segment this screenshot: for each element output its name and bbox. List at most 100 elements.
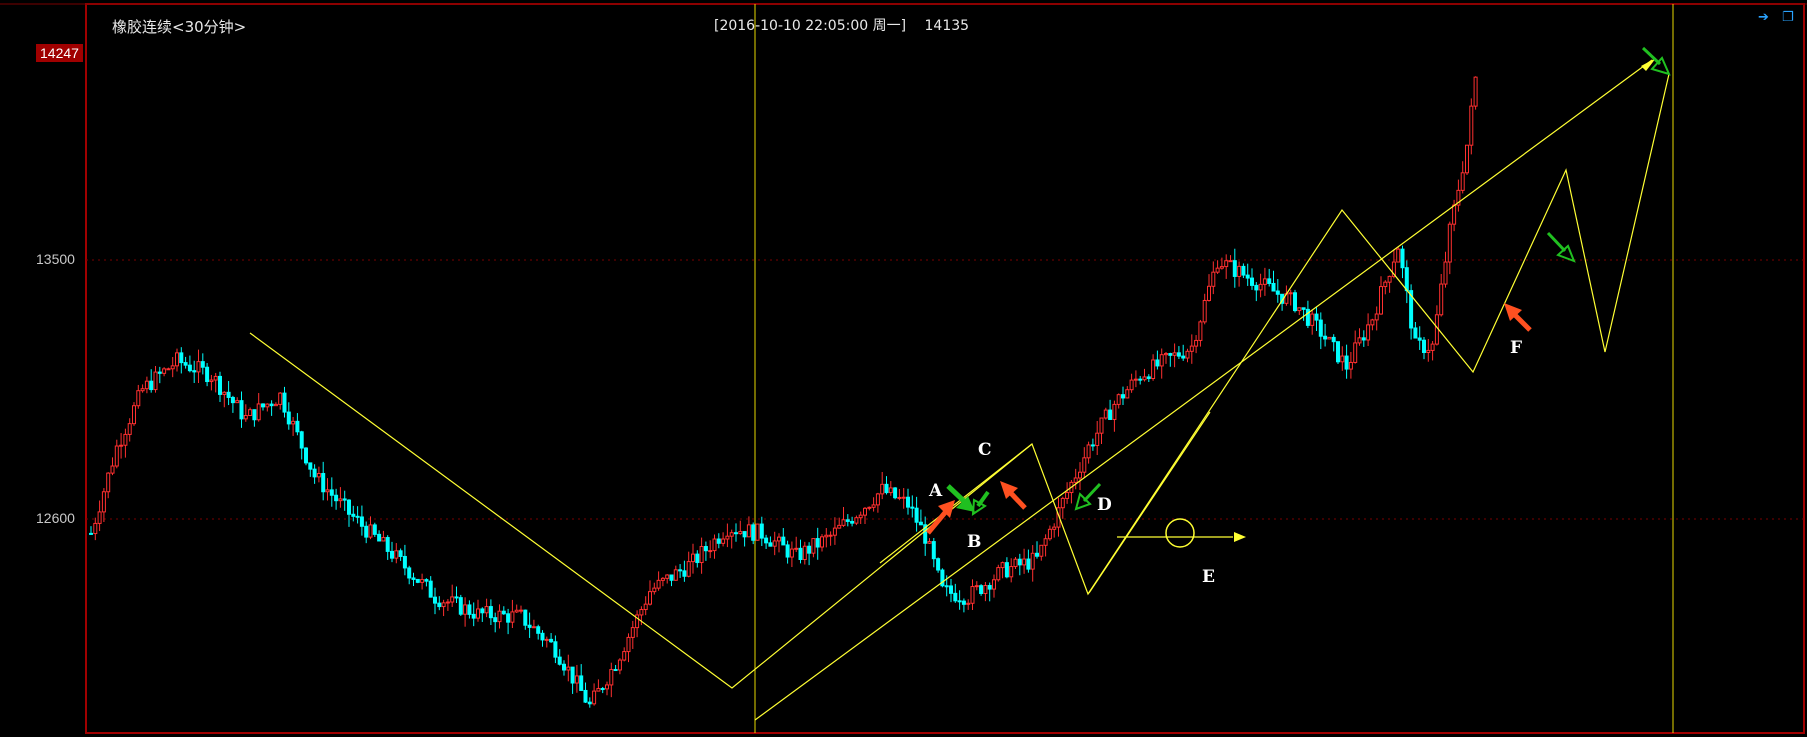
candle-body xyxy=(368,524,373,538)
candle-body xyxy=(1400,248,1405,269)
candle-body xyxy=(579,675,584,691)
candle-body xyxy=(1095,432,1100,447)
candle-body xyxy=(746,524,751,538)
candle-body xyxy=(398,550,403,557)
candle-body xyxy=(622,651,627,661)
price-chart: A B C D E F xyxy=(0,3,1807,734)
candle-body xyxy=(1232,260,1237,277)
candle-body xyxy=(372,524,377,535)
candle-body xyxy=(1172,352,1177,356)
candle-body xyxy=(1267,278,1272,284)
candle-body xyxy=(918,521,923,526)
candle-body xyxy=(983,585,988,594)
candle-body xyxy=(192,370,197,373)
candle-body xyxy=(910,506,915,509)
candle-body xyxy=(114,445,119,467)
candle-body xyxy=(1215,267,1220,273)
candle-body xyxy=(875,493,880,506)
candle-body xyxy=(1022,558,1027,566)
candle-body xyxy=(463,604,468,615)
candle-body xyxy=(815,538,820,548)
candle-body xyxy=(1387,275,1392,283)
candle-body xyxy=(1112,403,1117,420)
candle-body xyxy=(1103,409,1108,419)
candle-body xyxy=(1293,292,1297,312)
candle-body xyxy=(497,610,502,623)
candle-body xyxy=(243,415,248,420)
candle-body xyxy=(699,546,704,564)
candle-body xyxy=(278,392,283,405)
candle-body xyxy=(411,577,416,580)
candle-body xyxy=(837,524,842,529)
candle-body xyxy=(531,626,536,629)
candle-body xyxy=(493,617,498,623)
candle-body xyxy=(351,513,356,517)
candle-body xyxy=(299,431,304,449)
candle-body xyxy=(454,596,459,599)
candle-body xyxy=(1404,267,1409,292)
candle-body xyxy=(605,684,609,690)
candle-body xyxy=(325,489,330,493)
candle-body xyxy=(1090,444,1095,447)
candle-body xyxy=(359,516,364,527)
candle-body xyxy=(1035,552,1039,557)
candle-body xyxy=(1039,544,1044,557)
candle-body xyxy=(931,541,936,560)
candle-body xyxy=(927,541,932,544)
popout-window-icon[interactable]: ❐ xyxy=(1782,10,1794,25)
candle-body xyxy=(226,391,231,398)
candle-body xyxy=(781,536,786,546)
point-labels: A B C D E F xyxy=(928,338,1522,587)
candle-body xyxy=(420,579,425,583)
candle-body xyxy=(600,688,605,691)
candle-body xyxy=(880,483,885,495)
candle-body xyxy=(798,547,803,560)
candle-body xyxy=(936,558,941,571)
candle-body xyxy=(1198,321,1203,341)
candle-body xyxy=(764,537,769,544)
candle-body xyxy=(209,379,214,383)
candle-body xyxy=(402,555,407,569)
candle-body xyxy=(1262,278,1267,285)
candle-body xyxy=(884,483,889,494)
candle-body xyxy=(665,574,670,579)
candle-body xyxy=(759,523,764,539)
candle-body xyxy=(1125,389,1130,399)
candle-body xyxy=(1099,417,1104,434)
candle-body xyxy=(626,636,631,653)
expand-arrow-icon[interactable]: ➔ xyxy=(1758,10,1769,25)
candle-body xyxy=(1327,336,1332,340)
candle-body xyxy=(695,553,700,564)
candle-body xyxy=(1026,558,1031,570)
candle-body xyxy=(119,444,124,447)
candle-body xyxy=(691,553,695,563)
candle-body xyxy=(1224,260,1229,268)
candle-body xyxy=(777,536,781,542)
candle-body xyxy=(394,550,399,559)
candle-body xyxy=(1009,566,1014,578)
candle-body xyxy=(716,538,721,544)
candle-body xyxy=(175,352,179,367)
cursor-datetime: [2016-10-10 22:05:00 周一] xyxy=(714,18,907,34)
candle-body xyxy=(282,392,287,413)
candle-body xyxy=(484,606,489,614)
candle-body xyxy=(1301,307,1306,310)
signal-arrows xyxy=(926,46,1671,535)
candle-body xyxy=(321,472,326,493)
candle-body xyxy=(1250,277,1254,286)
candle-body xyxy=(127,423,132,435)
candle-body xyxy=(1164,353,1168,356)
candle-body xyxy=(1417,337,1422,341)
candle-body xyxy=(1207,285,1211,301)
point-label-c: C xyxy=(978,440,992,460)
candle-body xyxy=(1443,261,1448,285)
candle-body xyxy=(441,602,446,608)
candle-body xyxy=(1108,409,1113,420)
candle-body xyxy=(162,368,167,374)
candle-body xyxy=(1370,319,1375,326)
candle-body xyxy=(329,489,334,496)
candle-body xyxy=(123,433,128,446)
candle-body xyxy=(252,409,257,421)
candle-body xyxy=(149,380,154,391)
candle-body xyxy=(196,361,201,373)
